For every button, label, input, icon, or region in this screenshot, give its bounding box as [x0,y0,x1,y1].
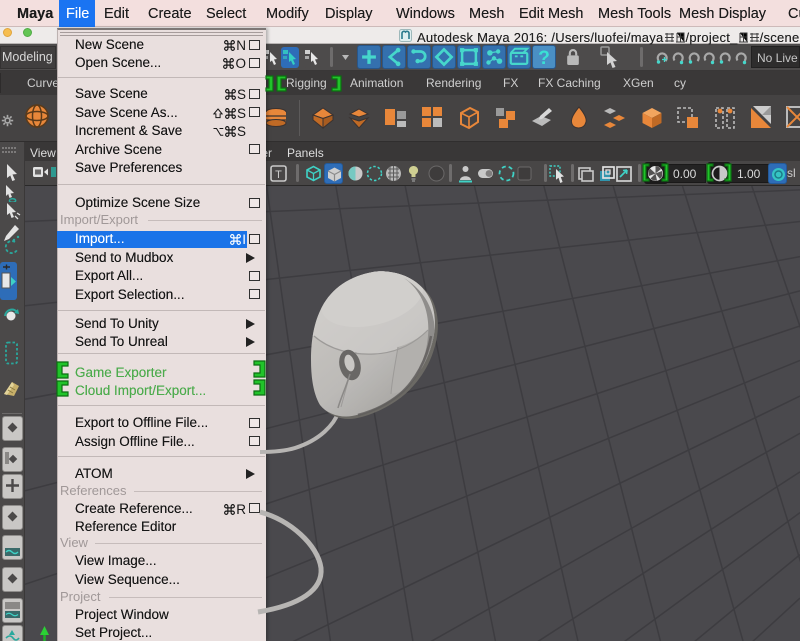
svg-text:?: ? [538,48,550,68]
svg-text:T: T [275,169,282,181]
